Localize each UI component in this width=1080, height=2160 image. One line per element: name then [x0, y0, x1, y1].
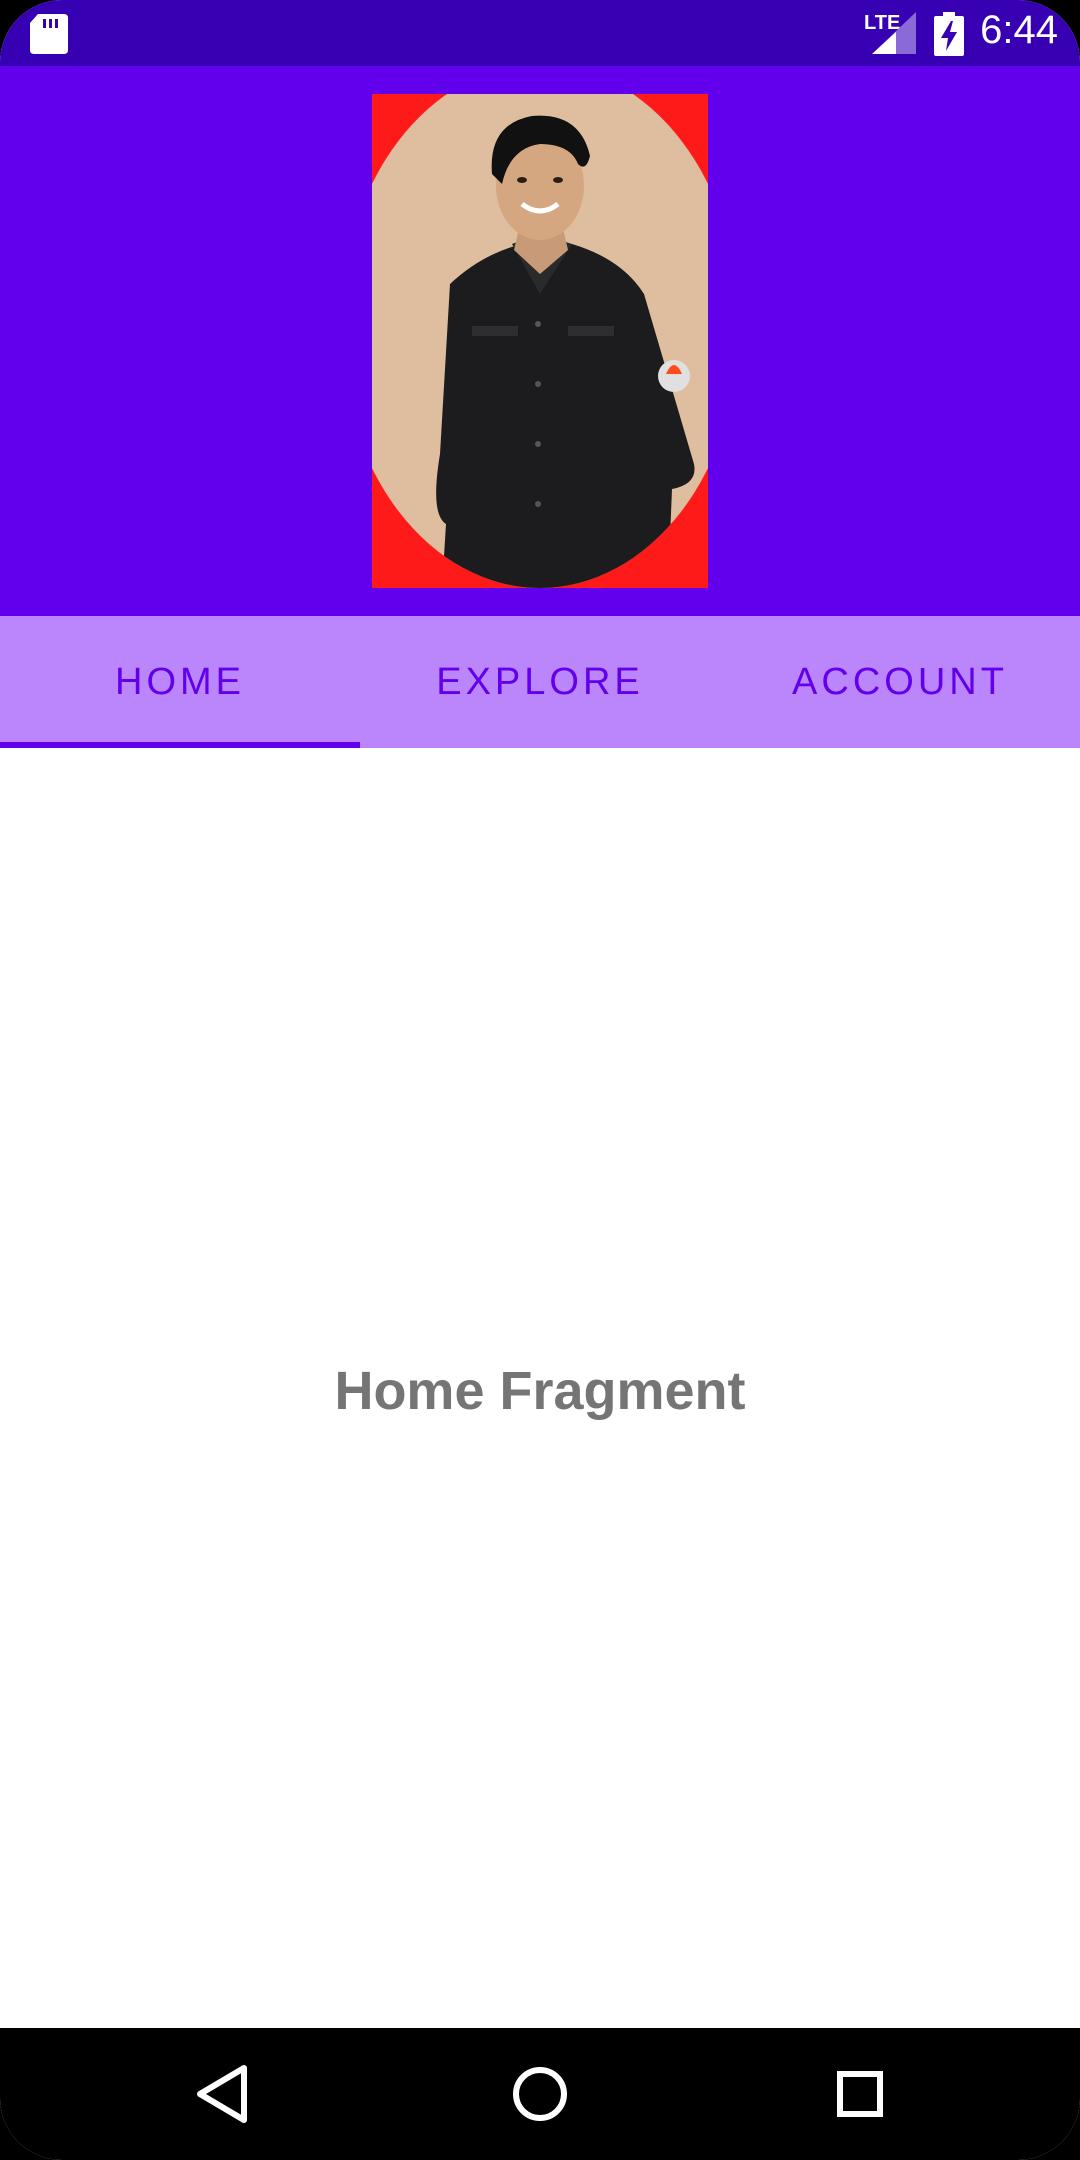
- system-nav-bar: [0, 2028, 1080, 2160]
- battery-charging-icon: [934, 12, 964, 56]
- signal-icon: [872, 12, 916, 54]
- app-header: [0, 66, 1080, 616]
- back-icon[interactable]: [186, 2058, 258, 2130]
- recents-icon[interactable]: [824, 2058, 896, 2130]
- tab-home-label: HOME: [115, 660, 245, 703]
- profile-photo: [372, 94, 708, 588]
- tab-bar: HOME EXPLORE ACCOUNT: [0, 616, 1080, 748]
- fragment-container: Home Fragment: [0, 748, 1080, 2028]
- tab-account[interactable]: ACCOUNT: [720, 616, 1080, 748]
- fragment-title: Home Fragment: [334, 1361, 746, 1421]
- tab-explore-label: EXPLORE: [436, 660, 644, 703]
- tab-account-label: ACCOUNT: [792, 660, 1008, 703]
- tab-home[interactable]: HOME: [0, 616, 360, 748]
- home-icon[interactable]: [504, 2058, 576, 2130]
- sd-card-icon: [30, 14, 68, 54]
- status-bar: LTE 6:44: [0, 0, 1080, 66]
- phone-screen: LTE 6:44 HOME EXPLORE ACCOUNT Home Fragm…: [0, 0, 1080, 2160]
- tab-explore[interactable]: EXPLORE: [360, 616, 720, 748]
- status-clock: 6:44: [980, 8, 1058, 52]
